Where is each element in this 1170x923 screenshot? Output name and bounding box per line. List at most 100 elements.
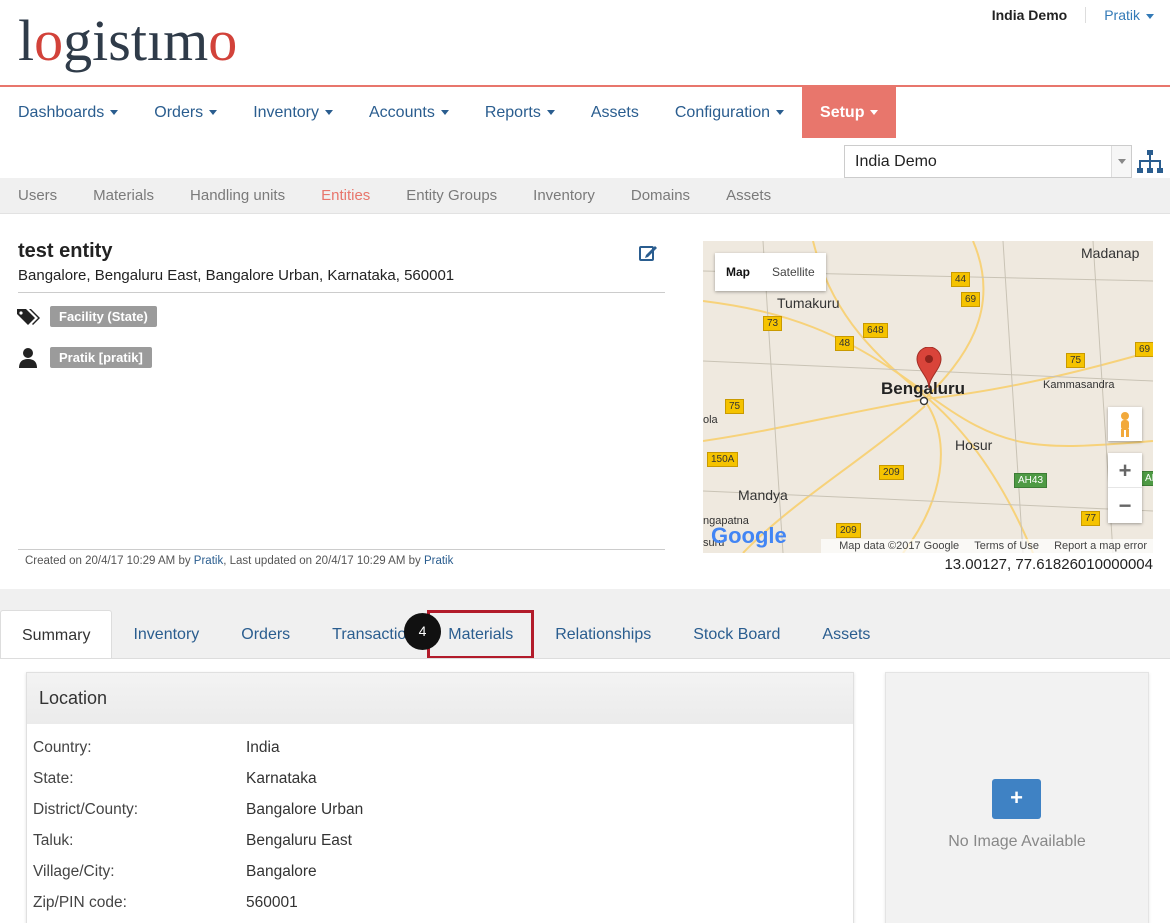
map-place-label: Tumakuru — [777, 295, 840, 311]
created-divider — [18, 549, 665, 550]
sub-nav-materials[interactable]: Materials — [75, 178, 172, 213]
map-place-label: Kammasandra — [1043, 379, 1115, 391]
map-place-label: Hosur — [955, 437, 993, 453]
map-place-label: ola — [703, 414, 718, 426]
location-row: Zip/PIN code: 560001 — [33, 894, 298, 912]
map-tab-map[interactable]: Map — [715, 253, 761, 291]
report-map-error-link[interactable]: Report a map error — [1054, 540, 1147, 552]
sub-nav-inventory[interactable]: Inventory — [515, 178, 613, 213]
road-shield: 75 — [1066, 353, 1086, 368]
tab-inventory[interactable]: Inventory — [112, 610, 220, 659]
main-nav-assets[interactable]: Assets — [573, 87, 657, 138]
main-nav-configuration[interactable]: Configuration — [657, 87, 802, 138]
location-field-label: Taluk: — [33, 832, 74, 849]
location-row: District/County: Bangalore Urban — [33, 801, 363, 819]
terms-link[interactable]: Terms of Use — [974, 540, 1039, 552]
user-name: Pratik — [1104, 7, 1140, 23]
road-shield: 69 — [1135, 342, 1153, 357]
sub-nav-assets[interactable]: Assets — [708, 178, 789, 213]
main-nav-dashboards[interactable]: Dashboards — [0, 87, 136, 138]
tab-orders[interactable]: Orders — [220, 610, 311, 659]
google-logo[interactable]: Google — [711, 523, 787, 549]
location-row: Taluk: Bengaluru East — [33, 832, 352, 850]
location-row: Country: India — [33, 739, 280, 757]
road-shield: 44 — [951, 272, 971, 287]
location-row: State: Karnataka — [33, 770, 317, 788]
location-map[interactable]: Map Satellite Tumakuru Madanap Kammasand… — [703, 241, 1153, 553]
map-type-tabs: Map Satellite — [715, 253, 826, 291]
select-arrow-icon[interactable] — [1111, 146, 1131, 177]
main-nav-orders[interactable]: Orders — [136, 87, 235, 138]
caret-down-icon — [209, 110, 218, 116]
main-nav-accounts[interactable]: Accounts — [351, 87, 467, 138]
step-number-badge: 4 — [404, 613, 441, 650]
sub-nav-entity-groups[interactable]: Entity Groups — [388, 178, 515, 213]
entity-coordinates: 13.00127, 77.61826010000004 — [944, 556, 1153, 573]
add-image-button[interactable]: + — [992, 779, 1041, 819]
tab-assets[interactable]: Assets — [801, 610, 891, 659]
location-field-label: Village/City: — [33, 863, 115, 880]
map-place-label: Mandya — [738, 487, 788, 503]
street-view-pegman-icon[interactable] — [1108, 407, 1142, 441]
main-nav-reports[interactable]: Reports — [467, 87, 573, 138]
sub-nav-entities[interactable]: Entities — [303, 178, 388, 213]
created-info: Created on 20/4/17 10:29 AM by Pratik, L… — [25, 555, 453, 567]
setup-sub-nav: Users Materials Handling units Entities Enti… — [0, 178, 1170, 214]
logo-text-part-a: lo — [18, 8, 64, 73]
entity-divider — [18, 292, 665, 293]
caret-down-icon — [870, 110, 879, 116]
map-zoom-control: + − — [1108, 453, 1142, 523]
entity-tabs: Summary Inventory Orders Transactio Material… — [0, 610, 891, 659]
tab-relationships[interactable]: Relationships — [534, 610, 672, 659]
domain-select[interactable]: India Demo — [844, 145, 1132, 178]
sub-nav-domains[interactable]: Domains — [613, 178, 708, 213]
user-menu[interactable]: Pratik — [1086, 7, 1154, 23]
created-by-link[interactable]: Pratik — [194, 555, 223, 567]
main-nav-label: Setup — [820, 104, 865, 121]
created-prefix: Created on 20/4/17 10:29 AM by — [25, 555, 194, 567]
hierarchy-icon[interactable] — [1137, 148, 1163, 176]
entity-user-row: Pratik [pratik] — [16, 347, 152, 368]
location-field-value: Bangalore Urban — [246, 801, 364, 818]
map-tab-satellite[interactable]: Satellite — [761, 253, 826, 291]
updated-prefix: , Last updated on 20/4/17 10:29 AM by — [223, 555, 424, 567]
sub-nav-handling-units[interactable]: Handling units — [172, 178, 303, 213]
location-field-value: Karnataka — [246, 770, 317, 787]
top-right-menu: India Demo Pratik — [992, 7, 1154, 23]
main-nav-setup[interactable]: Setup — [802, 87, 897, 138]
map-pin-icon[interactable] — [916, 347, 942, 389]
tab-summary[interactable]: Summary — [0, 610, 113, 659]
tab-materials[interactable]: Materials — [427, 610, 535, 659]
location-field-value: 560001 — [246, 894, 298, 911]
road-shield: AH43 — [1014, 473, 1048, 488]
sub-nav-users[interactable]: Users — [0, 178, 75, 213]
tab-stock-board[interactable]: Stock Board — [672, 610, 801, 659]
road-shield: 75 — [725, 399, 745, 414]
domain-select-value: India Demo — [855, 153, 937, 170]
updated-by-link[interactable]: Pratik — [424, 555, 453, 567]
entity-user-badge: Pratik [pratik] — [50, 347, 152, 368]
edit-icon[interactable] — [638, 243, 658, 263]
current-domain: India Demo — [992, 7, 1087, 23]
entity-address: Bangalore, Bengaluru East, Bangalore Urb… — [18, 267, 455, 284]
road-shield: 69 — [961, 292, 981, 307]
location-panel: Location Country: India State: Karnataka Dis… — [26, 672, 854, 923]
map-attribution: Map data ©2017 Google Terms of Use Repor… — [821, 539, 1153, 553]
main-nav-inventory[interactable]: Inventory — [235, 87, 351, 138]
road-shield: 77 — [1081, 511, 1101, 526]
no-image-text: No Image Available — [948, 833, 1086, 850]
caret-down-icon — [776, 110, 785, 116]
logistimo-logo[interactable]: logistımo — [18, 6, 237, 76]
map-place-label: Madanap — [1081, 245, 1140, 261]
entity-name: test entity — [18, 240, 113, 262]
main-nav-label: Orders — [154, 104, 204, 121]
zoom-in-button[interactable]: + — [1108, 453, 1142, 488]
location-field-label: Zip/PIN code: — [33, 894, 127, 911]
location-panel-title: Location — [27, 673, 853, 724]
road-shield: 73 — [763, 316, 783, 331]
tabs-divider — [0, 658, 1170, 659]
google-logo-text: Google — [711, 523, 787, 548]
zoom-out-button[interactable]: − — [1108, 488, 1142, 523]
main-nav-label: Inventory — [253, 104, 319, 121]
map-data-text: Map data ©2017 Google — [839, 540, 960, 552]
